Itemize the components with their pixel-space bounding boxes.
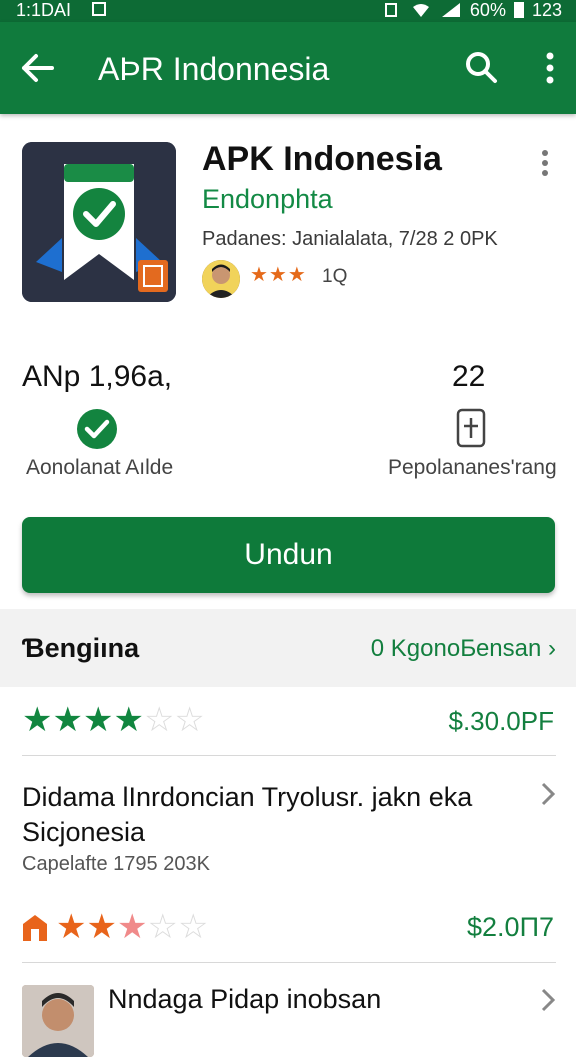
search-icon[interactable] — [464, 50, 498, 84]
app-icon — [22, 142, 176, 302]
notification-icon — [92, 2, 106, 16]
more-vert-icon[interactable] — [544, 52, 556, 84]
star-outline-icon: ☆ — [147, 908, 178, 946]
star-icon: ★ — [86, 908, 117, 946]
check-circle-icon — [77, 409, 117, 449]
star-icon: ★ — [52, 701, 83, 739]
status-clock-right: 123 — [531, 0, 562, 20]
app-name: APK Indonesia — [202, 140, 442, 178]
section-header: Ɓengiına 0 KgonoƂensan › — [0, 609, 576, 687]
price-label: $.30.0PF — [448, 706, 554, 736]
rating-stars-row: ★★★☆☆ — [56, 907, 208, 947]
signal-icon — [441, 3, 460, 17]
star-outline-icon: ☆ — [143, 701, 175, 739]
star-icon: ★ — [56, 908, 87, 946]
wifi-icon — [412, 4, 429, 17]
more-vert-icon[interactable] — [539, 150, 551, 176]
star-outline-icon: ☆ — [177, 908, 209, 946]
rating-stars-row: ★★★★☆☆ — [22, 700, 205, 740]
battery-percent: 60% — [469, 0, 506, 20]
arrow-back-icon[interactable] — [20, 50, 56, 86]
list-item-title[interactable]: Nndaga Pidap inobsan — [108, 984, 381, 1015]
app-details: Padanes: Janialalata, 7/28 2 0PK — [202, 228, 498, 250]
divider — [22, 755, 556, 756]
shield-check-icon — [22, 142, 176, 302]
star-half-icon: ★ — [116, 908, 148, 946]
list-item-subtitle: Capelafte 1795 203K — [22, 853, 210, 875]
vibrate-icon — [384, 3, 397, 17]
star-outline-icon: ☆ — [174, 701, 205, 739]
section-title: Ɓengiına — [22, 633, 140, 663]
install-button[interactable]: Undun — [22, 517, 555, 593]
rating-stars: ★★★ — [250, 264, 307, 286]
status-icons: 60% 123 — [380, 0, 562, 20]
chevron-right-icon[interactable] — [540, 782, 556, 806]
app-bar: AÞR Indonnesia — [0, 22, 576, 114]
status-time: 1:1DAI — [16, 0, 72, 20]
stat-label-right: Pepolananes'rang — [388, 456, 557, 479]
developer-link[interactable]: Endonphta — [202, 184, 333, 215]
stat-value-left: ANp 1,96a, — [22, 360, 173, 393]
item-thumbnail — [22, 985, 94, 1057]
star-icon: ★ — [113, 701, 144, 739]
stat-value-right: 22 — [452, 360, 486, 393]
device-plus-icon — [456, 408, 486, 448]
list-item-title[interactable]: Didama lInrdoncian Tryolusr. jakn eka Si… — [22, 780, 532, 850]
rating-count: 1Q — [322, 266, 348, 287]
store-icon — [23, 915, 47, 941]
star-icon: ★ — [22, 701, 53, 739]
price-label: $2.0П7 — [467, 912, 554, 942]
section-more-link[interactable]: 0 KgonoƂensan › — [371, 635, 556, 663]
battery-icon — [513, 2, 524, 18]
stat-label-left: Aonolanat Aılde — [26, 456, 174, 479]
chevron-right-icon[interactable] — [540, 988, 556, 1012]
star-icon: ★ — [82, 701, 114, 739]
status-bar: 1:1DAI 60% 123 — [0, 0, 576, 22]
page-title: AÞR Indonnesia — [98, 51, 330, 87]
avatar — [202, 260, 240, 298]
divider — [22, 962, 556, 963]
